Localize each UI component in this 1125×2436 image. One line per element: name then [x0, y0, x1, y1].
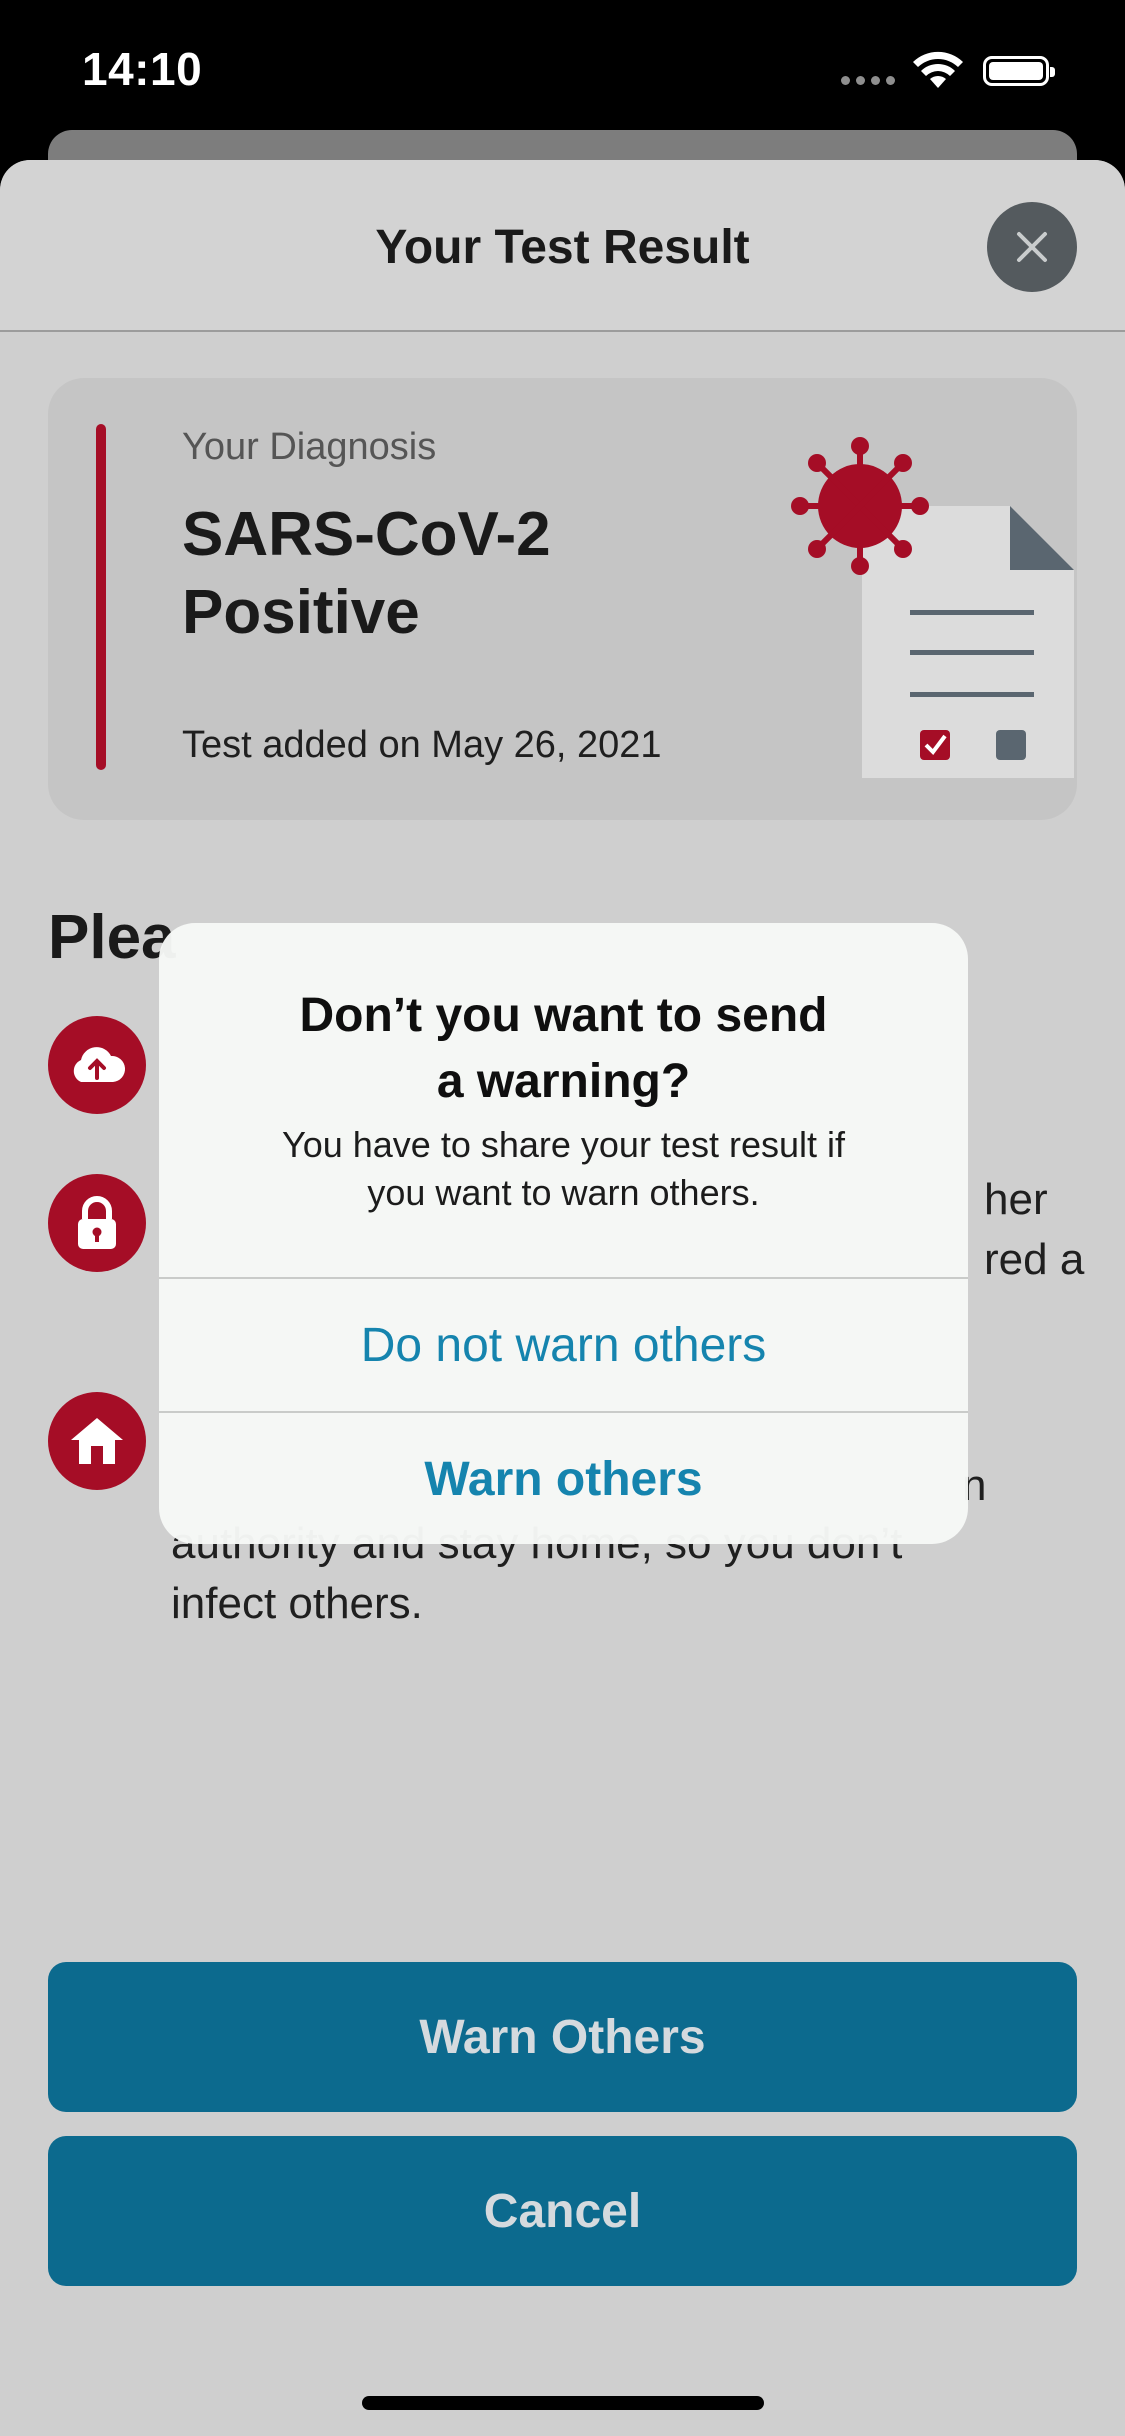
status-time: 14:10 [82, 43, 203, 95]
close-button[interactable] [987, 202, 1077, 292]
info-text-partial-1: her [984, 1175, 1048, 1224]
alert-title: Don’t you want to send a warning? [219, 983, 908, 1115]
diagnosis-card: Your Diagnosis SARS-CoV-2 Positive Test … [48, 378, 1077, 820]
info-text-partial-2: red a [984, 1235, 1085, 1284]
navigation-bar: Your Test Result [0, 160, 1125, 332]
diagnosis-value-line1: SARS-CoV-2 [182, 500, 551, 569]
close-icon [1017, 232, 1047, 262]
warn-others-alert-button[interactable]: Warn others [159, 1413, 968, 1544]
instructions-heading: Plea [48, 903, 176, 972]
diagnosis-accent-bar [96, 424, 106, 770]
page-title: Your Test Result [375, 221, 750, 274]
home-indicator [362, 2396, 764, 2410]
test-date: Test added on May 26, 2021 [182, 724, 662, 766]
warn-others-button[interactable]: Warn Others [48, 1962, 1077, 2112]
cloud-upload-icon [48, 1016, 146, 1114]
warning-alert-dialog: Don’t you want to send a warning? You ha… [159, 923, 968, 1544]
home-icon [48, 1392, 146, 1490]
lock-icon [48, 1174, 146, 1272]
status-bar: 14:10 [0, 0, 1125, 140]
diagnosis-value: SARS-CoV-2 Positive [182, 496, 702, 652]
diagnosis-label: Your Diagnosis [182, 426, 437, 468]
do-not-warn-others-button[interactable]: Do not warn others [159, 1279, 968, 1411]
diagnosis-value-line2: Positive [182, 578, 420, 647]
alert-message-line2: you want to warn others. [367, 1172, 760, 1213]
wifi-icon [913, 51, 963, 88]
cellular-signal-icon [841, 76, 895, 86]
cancel-button[interactable]: Cancel [48, 2136, 1077, 2286]
status-icons [841, 50, 1081, 90]
diagnosis-illustration-icon [791, 437, 1074, 778]
alert-title-line2: a warning? [436, 1055, 691, 1108]
info-text-line-infect-others: infect others. [171, 1579, 423, 1628]
alert-message-line1: You have to share your test result if [282, 1124, 845, 1165]
battery-icon [983, 56, 1055, 86]
alert-message: You have to share your test result if yo… [219, 1121, 908, 1217]
alert-title-line1: Don’t you want to send [299, 989, 828, 1042]
